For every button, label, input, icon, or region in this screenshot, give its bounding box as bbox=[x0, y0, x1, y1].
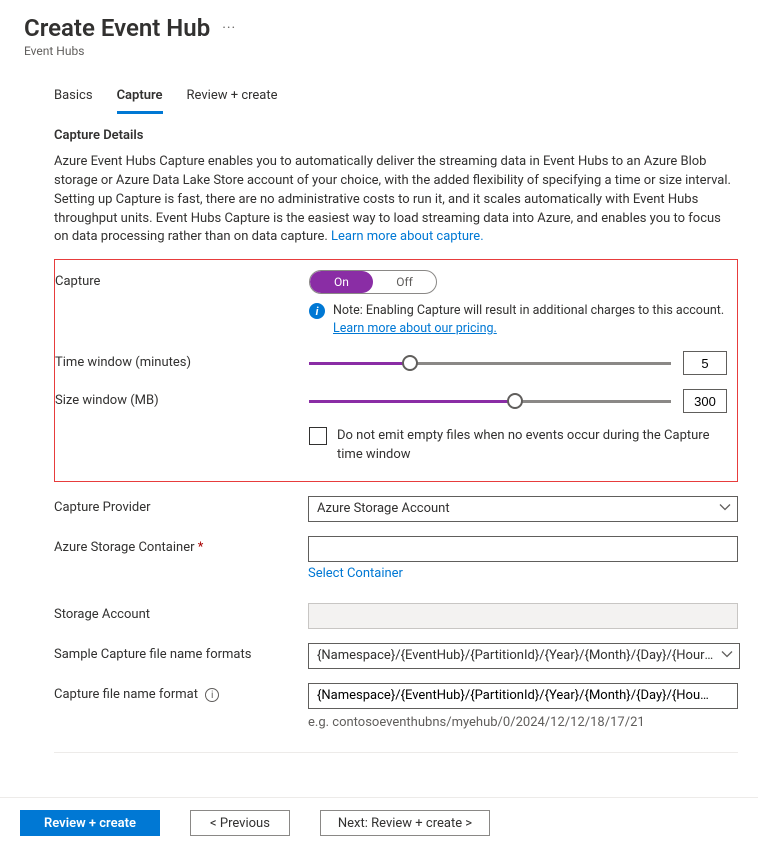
tab-bar: Basics Capture Review + create bbox=[0, 64, 758, 114]
info-icon: i bbox=[309, 303, 325, 319]
capture-note-text: Note: Enabling Capture will result in ad… bbox=[333, 303, 724, 318]
chevron-down-icon bbox=[721, 648, 733, 664]
sample-formats-label: Sample Capture file name formats bbox=[54, 643, 308, 662]
breadcrumb: Event Hubs bbox=[24, 44, 734, 58]
capture-description: Azure Event Hubs Capture enables you to … bbox=[54, 153, 738, 247]
provider-label: Capture Provider bbox=[54, 496, 308, 515]
capture-toggle[interactable]: On Off bbox=[309, 270, 437, 294]
emit-empty-label: Do not emit empty files when no events o… bbox=[337, 427, 727, 465]
time-window-input[interactable] bbox=[683, 351, 727, 375]
pricing-link[interactable]: Learn more about our pricing. bbox=[333, 321, 497, 336]
learn-more-capture-link[interactable]: Learn more about capture. bbox=[331, 229, 484, 244]
capture-toggle-off[interactable]: Off bbox=[373, 271, 436, 293]
tab-review[interactable]: Review + create bbox=[187, 82, 278, 114]
capture-details-heading: Capture Details bbox=[54, 128, 738, 143]
size-window-slider-thumb[interactable] bbox=[507, 393, 523, 409]
container-label: Azure Storage Container * bbox=[54, 536, 308, 555]
more-icon[interactable]: ··· bbox=[222, 20, 236, 36]
tab-capture[interactable]: Capture bbox=[117, 82, 163, 114]
footer-bar: Review + create < Previous Next: Review … bbox=[0, 797, 758, 848]
emit-empty-checkbox[interactable] bbox=[309, 427, 327, 445]
storage-account-input bbox=[308, 603, 738, 629]
size-window-input[interactable] bbox=[683, 389, 727, 413]
file-format-input[interactable] bbox=[308, 683, 738, 709]
size-window-slider[interactable] bbox=[309, 393, 671, 409]
storage-account-label: Storage Account bbox=[54, 603, 308, 622]
capture-label: Capture bbox=[55, 270, 309, 289]
highlighted-settings: Capture On Off i Note: Enabling Capture … bbox=[54, 259, 738, 482]
provider-value: Azure Storage Account bbox=[317, 501, 450, 516]
previous-button[interactable]: < Previous bbox=[190, 810, 290, 836]
capture-note: Note: Enabling Capture will result in ad… bbox=[333, 302, 724, 337]
next-button[interactable]: Next: Review + create > bbox=[320, 810, 490, 836]
tab-basics[interactable]: Basics bbox=[54, 82, 93, 114]
time-window-slider-thumb[interactable] bbox=[402, 355, 418, 371]
capture-toggle-on[interactable]: On bbox=[310, 271, 373, 293]
chevron-down-icon bbox=[719, 501, 731, 517]
review-create-button[interactable]: Review + create bbox=[20, 810, 160, 836]
page-title: Create Event Hub bbox=[24, 14, 210, 42]
select-container-link[interactable]: Select Container bbox=[308, 566, 403, 581]
sample-formats-value: {Namespace}/{EventHub}/{PartitionId}/{Ye… bbox=[317, 648, 715, 663]
file-format-helper: e.g. contosoeventhubns/myehub/0/2024/12/… bbox=[308, 715, 738, 730]
provider-select[interactable]: Azure Storage Account bbox=[308, 496, 738, 522]
time-window-slider[interactable] bbox=[309, 355, 671, 371]
info-circle-icon[interactable]: i bbox=[205, 688, 219, 702]
sample-formats-select[interactable]: {Namespace}/{EventHub}/{PartitionId}/{Ye… bbox=[308, 643, 740, 669]
container-input[interactable] bbox=[308, 536, 738, 562]
time-window-label: Time window (minutes) bbox=[55, 351, 309, 370]
size-window-label: Size window (MB) bbox=[55, 389, 309, 408]
section-divider bbox=[54, 752, 738, 753]
file-format-label: Capture file name format i bbox=[54, 683, 308, 703]
